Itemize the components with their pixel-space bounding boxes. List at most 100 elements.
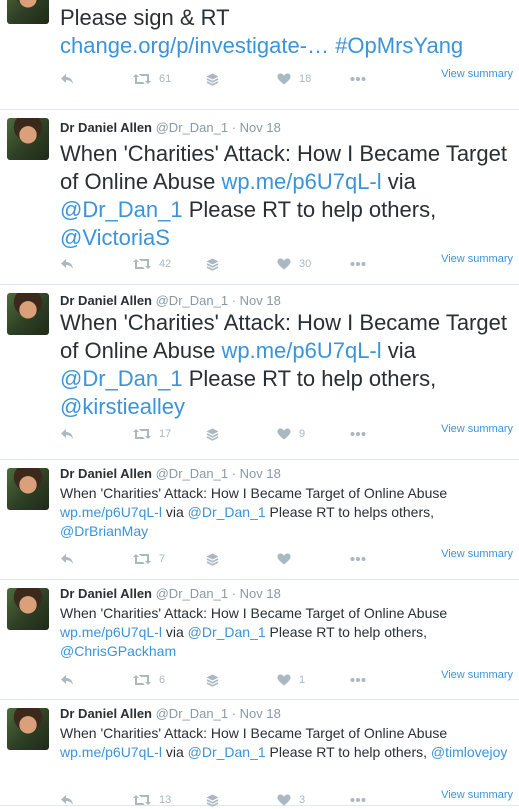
author-name[interactable]: Dr Daniel Allen xyxy=(60,466,152,481)
tweet-actions: 61 xyxy=(60,671,380,689)
reply-icon xyxy=(60,674,74,686)
stack-button[interactable] xyxy=(206,791,219,809)
tweet-text-segment: via xyxy=(161,624,188,640)
avatar[interactable] xyxy=(7,708,49,750)
reply-icon xyxy=(60,553,74,565)
more-button[interactable] xyxy=(350,70,366,88)
tweet-date[interactable]: Nov 18 xyxy=(240,120,281,135)
separator-dot: · xyxy=(231,466,237,481)
like-button[interactable] xyxy=(277,550,299,568)
reply-button[interactable] xyxy=(60,70,74,88)
mention-link[interactable]: @DrBrianMay xyxy=(60,523,148,539)
heart-icon xyxy=(277,553,291,565)
retweet-button[interactable]: 42 xyxy=(133,255,171,273)
retweet-button[interactable]: 7 xyxy=(133,550,165,568)
tweet-text: When 'Charities' Attack: How I Became Ta… xyxy=(60,484,511,541)
more-button[interactable] xyxy=(350,550,366,568)
stack-button[interactable] xyxy=(206,550,219,568)
reply-button[interactable] xyxy=(60,671,74,689)
view-summary-link[interactable]: View summary xyxy=(441,68,513,80)
stack-button[interactable] xyxy=(206,70,219,88)
tweet-text-segment: via xyxy=(381,169,416,194)
mention-link[interactable]: @timlovejoy xyxy=(431,744,507,760)
url-link[interactable]: wp.me/p6U7qL-l xyxy=(60,744,162,760)
view-summary-link[interactable]: View summary xyxy=(441,423,513,435)
tweet-text-segment: Please RT to help others, xyxy=(182,197,437,222)
tweet-date[interactable]: Nov 18 xyxy=(240,706,281,721)
stack-icon xyxy=(206,553,219,566)
tweet[interactable]: Dr Daniel Allen @Dr_Dan_1 · Nov 18 When '… xyxy=(0,460,519,580)
tweet-text-segment: Please RT to help others, xyxy=(265,624,428,640)
reply-button[interactable] xyxy=(60,550,74,568)
url-link[interactable]: wp.me/p6U7qL-l xyxy=(60,504,162,520)
mention-link[interactable]: @kirstiealley xyxy=(60,394,185,419)
like-button[interactable]: 1 xyxy=(277,671,305,689)
mention-link[interactable]: @Dr_Dan_1 xyxy=(188,624,266,640)
tweet[interactable]: Dr Daniel Allen @Dr_Dan_1 · Nov 18 When '… xyxy=(0,110,519,285)
url-link[interactable]: wp.me/p6U7qL-l xyxy=(60,624,162,640)
heart-icon xyxy=(277,674,291,686)
tweet[interactable]: Dr Daniel Allen @Dr_Dan_1 · Nov 18 When '… xyxy=(0,285,519,460)
more-button[interactable] xyxy=(350,425,366,443)
stack-button[interactable] xyxy=(206,255,219,273)
reply-button[interactable] xyxy=(60,791,74,809)
like-button[interactable]: 3 xyxy=(277,791,305,809)
like-button[interactable]: 18 xyxy=(277,70,311,88)
reply-icon xyxy=(60,73,74,85)
avatar[interactable] xyxy=(7,118,49,160)
stack-button[interactable] xyxy=(206,425,219,443)
mention-link[interactable]: @Dr_Dan_1 xyxy=(60,197,183,222)
stack-button[interactable] xyxy=(206,671,219,689)
tweet[interactable]: Dr Daniel Allen @Dr_Dan_1 · Nov 18 When '… xyxy=(0,580,519,700)
view-summary-link[interactable]: View summary xyxy=(441,253,513,265)
url-link[interactable]: wp.me/p6U7qL-l xyxy=(221,169,381,194)
author-name[interactable]: Dr Daniel Allen xyxy=(60,293,152,308)
author-handle[interactable]: @Dr_Dan_1 xyxy=(156,586,228,601)
tweet-date[interactable]: Nov 18 xyxy=(240,586,281,601)
reply-button[interactable] xyxy=(60,425,74,443)
mention-link[interactable]: @Dr_Dan_1 xyxy=(188,504,266,520)
stack-icon xyxy=(206,674,219,687)
separator-dot: · xyxy=(231,586,237,601)
view-summary-link[interactable]: View summary xyxy=(441,789,513,801)
author-name[interactable]: Dr Daniel Allen xyxy=(60,120,152,135)
hashtag-link[interactable]: #OpMrsYang xyxy=(335,33,463,58)
more-button[interactable] xyxy=(350,791,366,809)
tweet-date[interactable]: Nov 18 xyxy=(240,293,281,308)
avatar[interactable] xyxy=(7,293,49,335)
retweet-icon xyxy=(133,553,151,565)
mention-link[interactable]: @VictoriaS xyxy=(60,225,170,250)
author-handle[interactable]: @Dr_Dan_1 xyxy=(156,706,228,721)
tweet-date[interactable]: Nov 18 xyxy=(240,466,281,481)
avatar[interactable] xyxy=(7,468,49,510)
more-button[interactable] xyxy=(350,671,366,689)
avatar[interactable] xyxy=(7,0,49,24)
url-link[interactable]: change.org/p/investigate-… xyxy=(60,33,329,58)
like-button[interactable]: 9 xyxy=(277,425,305,443)
reply-button[interactable] xyxy=(60,255,74,273)
retweet-button[interactable]: 17 xyxy=(133,425,171,443)
avatar[interactable] xyxy=(7,588,49,630)
view-summary-link[interactable]: View summary xyxy=(441,548,513,560)
retweet-icon xyxy=(133,428,151,440)
mention-link[interactable]: @Dr_Dan_1 xyxy=(188,744,266,760)
tweet[interactable]: Dr Daniel Allen @Dr_Dan_1 · Nov 18 Please… xyxy=(0,0,519,110)
tweet-text: When 'Charities' Attack: How I Became Ta… xyxy=(60,309,511,421)
like-button[interactable]: 30 xyxy=(277,255,311,273)
retweet-button[interactable]: 6 xyxy=(133,671,165,689)
author-name[interactable]: Dr Daniel Allen xyxy=(60,706,152,721)
mention-link[interactable]: @Dr_Dan_1 xyxy=(60,366,183,391)
more-button[interactable] xyxy=(350,255,366,273)
url-link[interactable]: wp.me/p6U7qL-l xyxy=(221,338,381,363)
view-summary-link[interactable]: View summary xyxy=(441,669,513,681)
author-handle[interactable]: @Dr_Dan_1 xyxy=(156,120,228,135)
tweet[interactable]: Dr Daniel Allen @Dr_Dan_1 · Nov 18 When '… xyxy=(0,700,519,809)
stack-icon xyxy=(206,428,219,441)
author-handle[interactable]: @Dr_Dan_1 xyxy=(156,466,228,481)
like-count: 30 xyxy=(299,258,312,270)
retweet-button[interactable]: 13 xyxy=(133,791,171,809)
retweet-button[interactable]: 61 xyxy=(133,70,171,88)
author-handle[interactable]: @Dr_Dan_1 xyxy=(156,293,228,308)
author-name[interactable]: Dr Daniel Allen xyxy=(60,586,152,601)
mention-link[interactable]: @ChrisGPackham xyxy=(60,643,176,659)
